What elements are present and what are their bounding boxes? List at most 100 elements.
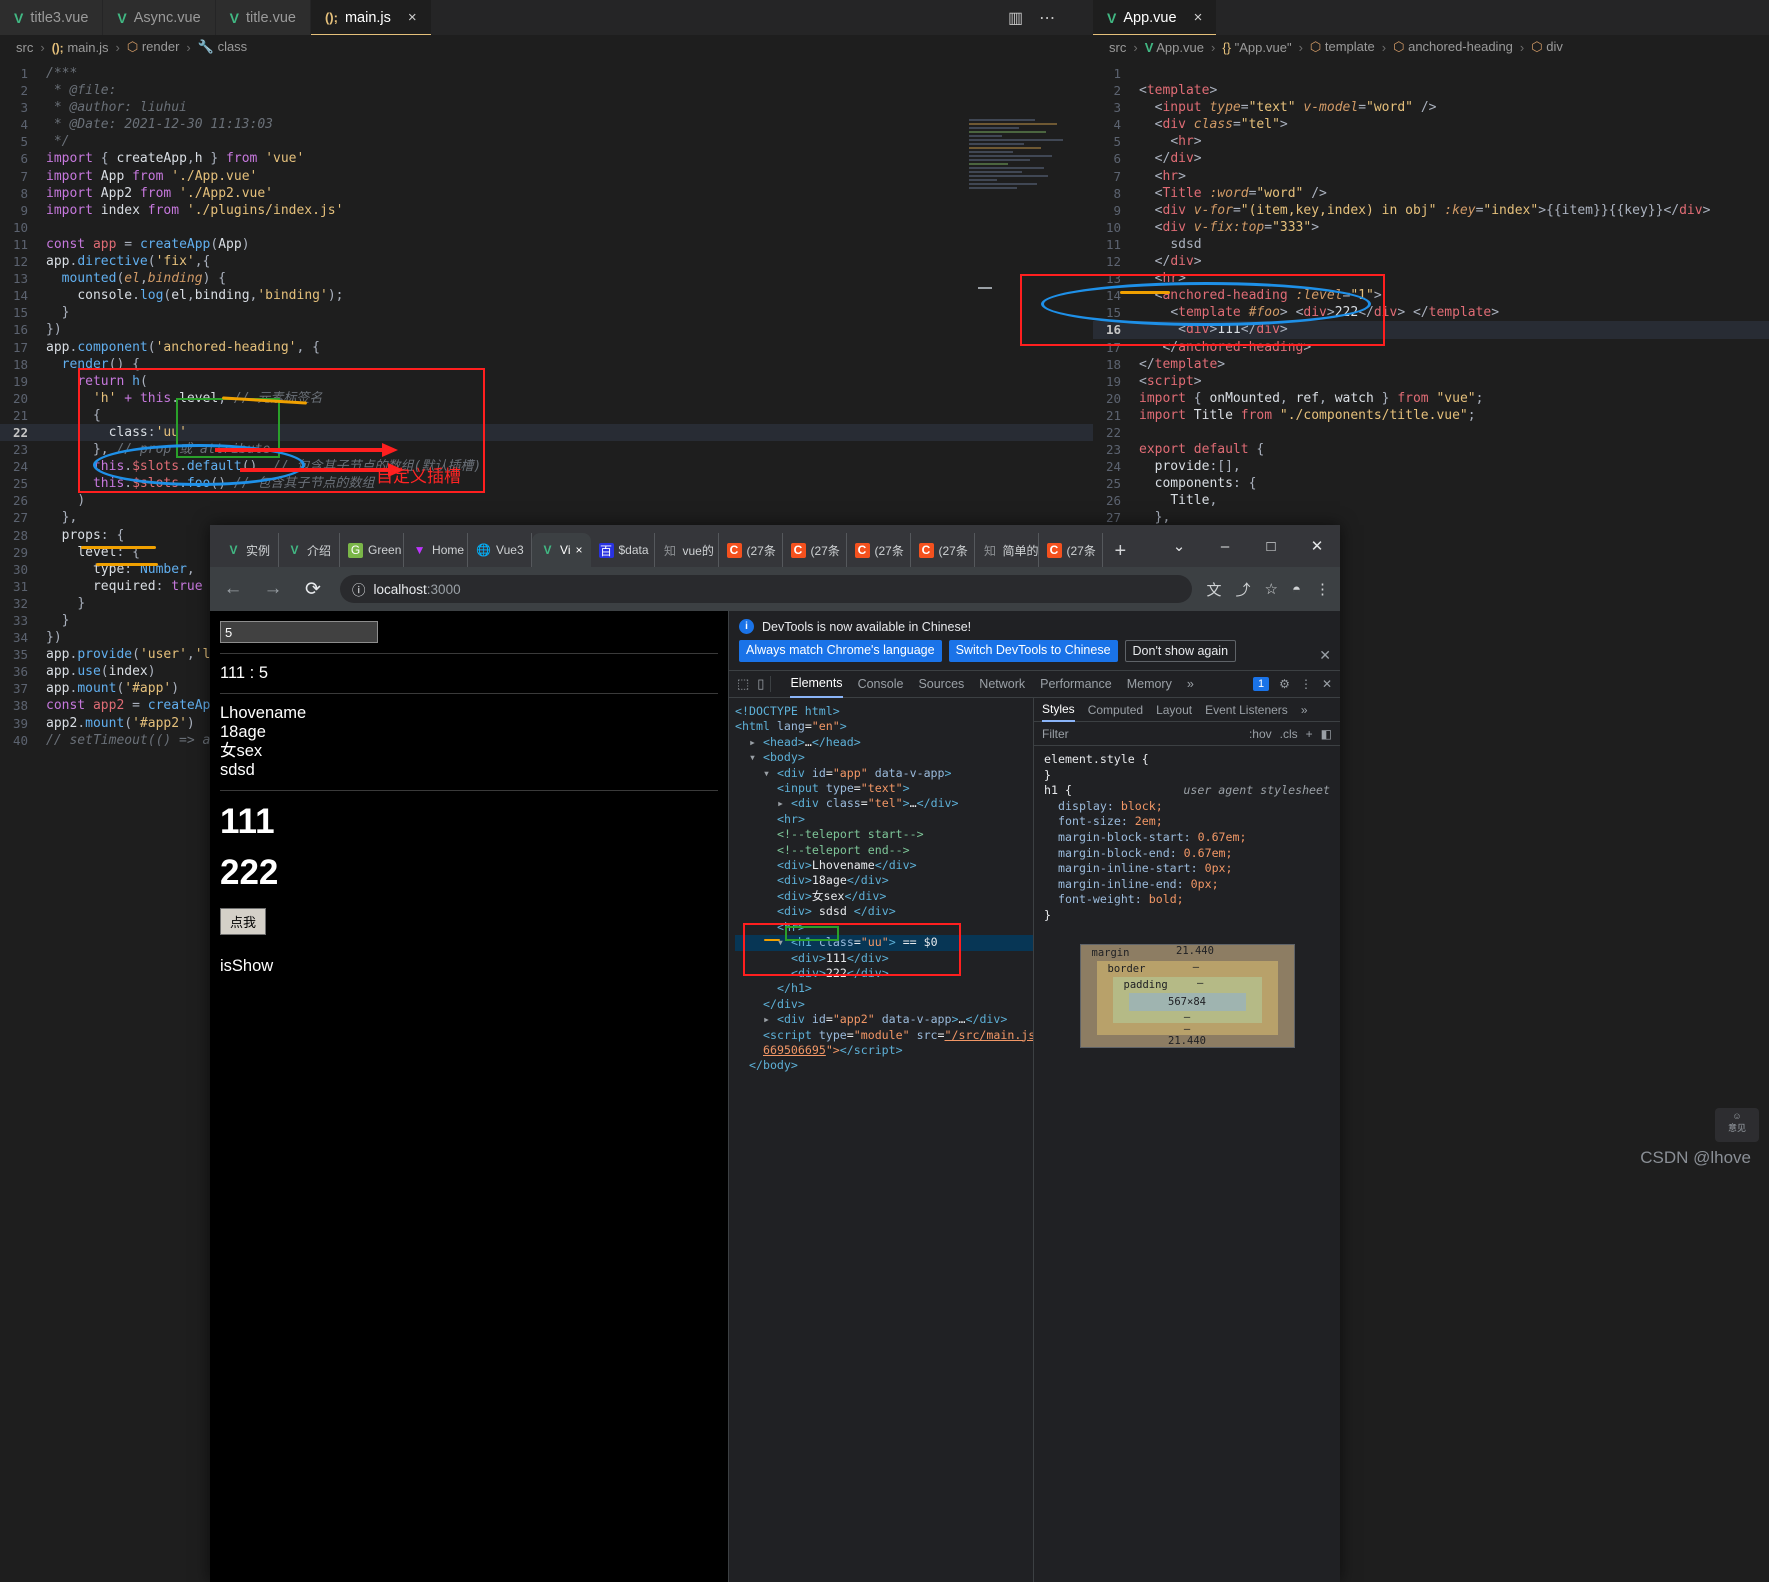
code-line[interactable]: 9 import index from './plugins/index.js' — [0, 202, 1093, 219]
code-line[interactable]: 16 <div>111</div> — [1093, 321, 1769, 339]
editor-tab-title-vue[interactable]: Vtitle.vue — [215, 0, 311, 35]
code-line[interactable]: 5 <hr> — [1093, 133, 1769, 150]
browser-tab[interactable]: G Green — [340, 533, 405, 567]
dom-node[interactable]: ▸ <div class="tel">…</div> — [735, 796, 1033, 811]
browser-tab[interactable]: 知简单的 — [975, 533, 1039, 567]
devtools-tab-memory[interactable]: Memory — [1127, 677, 1172, 691]
browser-tab[interactable]: 🌐 Vue3 — [468, 533, 533, 567]
devtools-tab-network[interactable]: Network — [979, 677, 1025, 691]
code-line[interactable]: 26 ) — [0, 492, 1093, 509]
dom-node[interactable]: ▸ <div id="app2" data-v-app>…</div> — [735, 1012, 1033, 1027]
css-rule[interactable]: h1 {user agent stylesheet display: block… — [1044, 783, 1330, 923]
dom-node[interactable]: <input type="text"> — [735, 781, 1033, 796]
css-selector[interactable]: h1 {user agent stylesheet — [1044, 783, 1330, 799]
code-line[interactable]: 22 class:'uu' — [0, 423, 1093, 442]
reload-button[interactable]: ⟳ — [300, 578, 326, 601]
breadcrumb-item[interactable]: ⬡ div — [1531, 39, 1563, 55]
translate-icon[interactable]: 文 — [1206, 579, 1221, 600]
code-line[interactable]: 16 }) — [0, 321, 1093, 338]
banner-button[interactable]: Always match Chrome's language — [739, 640, 942, 662]
dom-node[interactable]: <div>18age</div> — [735, 873, 1033, 888]
code-line[interactable]: 3 <input type="text" v-model="word" /> — [1093, 99, 1769, 116]
dom-node[interactable]: ▾ <h1 class="uu"> == $0 — [735, 935, 1033, 951]
dom-node[interactable]: ▸ <head>…</head> — [735, 735, 1033, 750]
window-minimize-button[interactable]: – — [1202, 538, 1248, 555]
sidebar-toggle-icon[interactable]: ◧ — [1321, 727, 1332, 741]
devtools-tabs-overflow-icon[interactable]: » — [1187, 677, 1194, 691]
dom-node[interactable]: <script type="module" src="/src/main.js?… — [735, 1028, 1033, 1043]
dom-node[interactable]: ▾ <div id="app" data-v-app> — [735, 766, 1033, 781]
code-line[interactable]: 27 }, — [1093, 509, 1769, 526]
breadcrumb-item[interactable]: src — [1109, 40, 1126, 55]
code-line[interactable]: 10 — [0, 219, 1093, 236]
code-line[interactable]: 24 this.$slots.default(), // 包含其子节点的数组(默… — [0, 458, 1093, 475]
more-actions-icon[interactable]: ⋯ — [1039, 8, 1055, 28]
browser-tab[interactable]: V 实例 — [218, 533, 280, 567]
filter-input[interactable]: Filter — [1042, 727, 1069, 741]
box-padding-top[interactable]: – — [1197, 977, 1203, 993]
code-line[interactable]: 20 import { onMounted, ref, watch } from… — [1093, 390, 1769, 407]
code-line[interactable]: 8 <Title :word="word" /> — [1093, 185, 1769, 202]
styles-tab-computed[interactable]: Computed — [1088, 703, 1143, 717]
browser-tab[interactable]: V 介绍 — [279, 533, 341, 567]
browser-tab[interactable]: C (27条 — [847, 533, 911, 567]
browser-tab[interactable]: ▼ Home — [404, 533, 469, 567]
css-value[interactable]: 2em; — [1135, 814, 1163, 828]
dom-node[interactable]: <!DOCTYPE html> — [735, 704, 1033, 719]
dom-node[interactable]: <hr> — [735, 920, 1033, 935]
word-input[interactable] — [220, 621, 378, 643]
code-line[interactable]: 19 <script> — [1093, 373, 1769, 390]
breadcrumb-item[interactable]: {} "App.vue" — [1222, 40, 1291, 55]
back-button[interactable]: ← — [220, 578, 246, 600]
browser-tab[interactable]: C (27条 — [911, 533, 975, 567]
box-margin-top[interactable]: 21.440 — [1176, 945, 1214, 961]
code-line[interactable]: 3 * @author: liuhui — [0, 99, 1093, 116]
code-line[interactable]: 15 } — [0, 304, 1093, 321]
editor-tab-close-icon[interactable]: × — [408, 9, 417, 26]
editor-tab-App-vue[interactable]: V App.vue × — [1093, 0, 1218, 35]
window-close-button[interactable]: ✕ — [1294, 537, 1340, 555]
code-line[interactable]: 17 </anchored-heading> — [1093, 339, 1769, 356]
dom-node[interactable]: <html lang="en"> — [735, 719, 1033, 734]
filter-button[interactable]: .cls — [1280, 727, 1298, 741]
breadcrumb-right[interactable]: src › V App.vue › {} "App.vue" › ⬡ template… — [1093, 35, 1769, 59]
code-line[interactable]: 23 }, // prop 或 attribute — [0, 441, 1093, 458]
styles-tab-layout[interactable]: Layout — [1156, 703, 1192, 717]
styles-tab-event-listeners[interactable]: Event Listeners — [1205, 703, 1288, 717]
code-line[interactable]: 7 import App from './App.vue' — [0, 168, 1093, 185]
split-editor-icon[interactable]: ▥ — [1008, 8, 1023, 28]
code-line[interactable]: 20 'h' + this.level, // 元素标签名 — [0, 390, 1093, 407]
box-margin-bottom[interactable]: 21.440 — [1081, 1035, 1294, 1047]
code-line[interactable]: 17 app.component('anchored-heading', { — [0, 339, 1093, 356]
editor-tab-close-icon[interactable]: × — [1194, 9, 1203, 26]
error-count-badge[interactable]: 1 — [1253, 677, 1270, 691]
breadcrumb-left[interactable]: src › (); main.js › ⬡ render › 🔧 class — [0, 35, 1093, 59]
css-declaration[interactable]: display: block; — [1044, 799, 1330, 815]
code-line[interactable]: 13 <hr> — [1093, 270, 1769, 287]
device-toolbar-icon[interactable]: ▯ — [757, 676, 764, 692]
breadcrumb-item[interactable]: src — [16, 40, 33, 55]
dom-node[interactable]: 669506695"></script> — [735, 1043, 1033, 1058]
code-line[interactable]: 14 console.log(el,binding,'binding'); — [0, 287, 1093, 304]
dom-node[interactable]: <div> sdsd </div> — [735, 904, 1033, 919]
menu-icon[interactable]: ⋮ — [1315, 580, 1330, 598]
star-icon[interactable]: ☆ — [1264, 580, 1277, 598]
devtools-more-icon[interactable]: ⋮ — [1300, 677, 1312, 691]
box-padding-bottom[interactable]: – — [1113, 1011, 1262, 1023]
styles-tab-styles[interactable]: Styles — [1042, 698, 1075, 722]
styles-tabs-overflow-icon[interactable]: » — [1301, 703, 1308, 717]
css-value[interactable]: 0px; — [1191, 877, 1219, 891]
code-line[interactable]: 13 mounted(el,binding) { — [0, 270, 1093, 287]
profile-icon[interactable]: ◓ — [1292, 581, 1301, 598]
code-line[interactable]: 24 provide:[], — [1093, 458, 1769, 475]
dom-node[interactable]: <!--teleport end--> — [735, 843, 1033, 858]
css-declaration[interactable]: font-size: 2em; — [1044, 814, 1330, 830]
browser-tab-close-icon[interactable]: × — [575, 543, 582, 557]
click-me-button[interactable]: 点我 — [220, 908, 267, 935]
code-line[interactable]: 21 { — [0, 407, 1093, 424]
code-line[interactable]: 6 import { createApp,h } from 'vue' — [0, 150, 1093, 167]
dom-node[interactable]: <!--teleport start--> — [735, 827, 1033, 842]
code-line[interactable]: 5 */ — [0, 133, 1093, 150]
browser-tab[interactable]: 百 $data — [591, 533, 655, 567]
filter-button[interactable]: + — [1306, 727, 1313, 741]
